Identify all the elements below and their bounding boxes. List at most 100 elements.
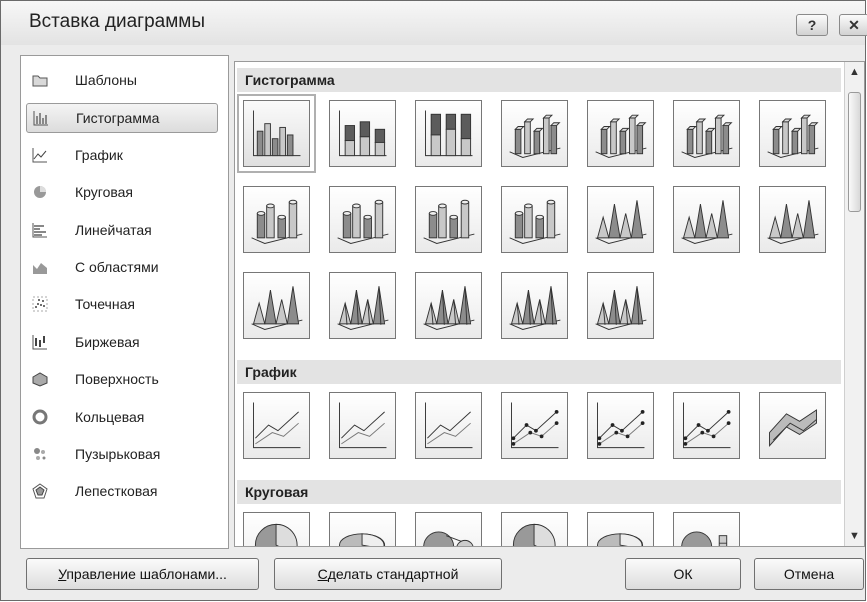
close-button[interactable]: ✕ (839, 14, 867, 36)
category-label: Поверхность (75, 371, 159, 388)
category-item[interactable]: Лепестковая (26, 477, 218, 507)
close-icon: ✕ (848, 17, 860, 33)
category-item[interactable]: Круговая (26, 178, 218, 208)
chart-type-3d-exploded-pie[interactable] (587, 512, 654, 546)
3d-pie-icon (339, 533, 386, 546)
chart-type-line[interactable] (243, 392, 310, 459)
bar-of-pie-icon (681, 531, 728, 546)
category-label: Гистограмма (76, 110, 160, 127)
set-default-button[interactable]: Сделать стандартной (274, 558, 502, 590)
category-label: График (75, 146, 123, 163)
pie-of-pie-icon (423, 531, 474, 546)
chart-type-percent-stacked-cone[interactable] (759, 186, 826, 253)
chart-type-stacked-cone[interactable] (673, 186, 740, 253)
stacked-line-with-markers-icon (597, 402, 645, 449)
category-item[interactable]: Поверхность (26, 365, 218, 395)
category-label: Круговая (75, 184, 134, 201)
category-label: Биржевая (75, 333, 140, 350)
section-title: Круговая (245, 484, 309, 500)
category-label: С областями (75, 259, 159, 275)
3d-cylinder-icon (509, 199, 561, 244)
stacked-pyramid-icon (423, 286, 475, 330)
chart-type-bar-of-pie[interactable] (673, 512, 740, 546)
stacked-cone-icon (681, 200, 733, 244)
chart-type-stacked-column[interactable] (329, 100, 396, 167)
category-item[interactable]: Точечная (26, 290, 218, 320)
folder-icon (32, 75, 48, 87)
chart-type-clustered-column[interactable] (237, 94, 316, 173)
3d-pyramid-icon (595, 286, 647, 330)
category-item[interactable]: График (26, 141, 218, 171)
category-label: Лепестковая (75, 483, 158, 500)
category-item[interactable]: Кольцевая (26, 403, 218, 433)
chart-type-stacked-pyramid[interactable] (415, 272, 482, 339)
chart-type-3d-clustered-column[interactable] (501, 100, 568, 167)
chart-type-3d-percent-stacked-column[interactable] (673, 100, 740, 167)
chart-type-stacked-line-with-markers[interactable] (587, 392, 654, 459)
section-header: Круговая (237, 480, 841, 504)
bubble-chart-icon (34, 448, 46, 460)
pie-chart-icon (34, 186, 46, 199)
chart-type-pie[interactable] (243, 512, 310, 546)
exploded-pie-icon (512, 523, 556, 546)
chart-type-3d-cylinder[interactable] (501, 186, 568, 253)
gallery-scrollbar[interactable]: ▲ ▼ (844, 62, 864, 546)
stacked-column-icon (339, 110, 387, 157)
section-title: Гистограмма (245, 72, 335, 88)
chart-type-stacked-line[interactable] (329, 392, 396, 459)
chart-type-percent-stacked-pyramid[interactable] (501, 272, 568, 339)
category-label: Шаблоны (75, 72, 137, 88)
cancel-button[interactable]: Отмена (754, 558, 864, 590)
category-item[interactable]: С областями (26, 253, 218, 283)
scatter-chart-icon (32, 296, 48, 312)
category-item[interactable]: Пузырьковая (26, 440, 218, 470)
section-header: График (237, 360, 841, 384)
category-label: Точечная (75, 296, 135, 313)
3d-clustered-column-icon (509, 114, 561, 158)
3d-column-icon (767, 114, 819, 158)
scroll-thumb[interactable] (848, 92, 861, 212)
line-icon (253, 402, 301, 449)
chart-type-percent-stacked-cylinder[interactable] (415, 186, 482, 253)
bar-chart-icon (32, 222, 47, 238)
ok-button[interactable]: ОК (625, 558, 741, 590)
chart-type-3d-cone[interactable] (243, 272, 310, 339)
category-label: Пузырьковая (75, 446, 161, 462)
help-button[interactable]: ? (796, 14, 828, 36)
stacked-cylinder-icon (337, 199, 389, 244)
chart-type-3d-line[interactable] (759, 392, 826, 459)
chart-type-line-with-markers[interactable] (501, 392, 568, 459)
percent-stacked-line-icon (425, 402, 473, 449)
manage-templates-button[interactable]: Управление шаблонами... (26, 558, 259, 590)
chart-type-pie-of-pie[interactable] (415, 512, 482, 546)
chart-type-3d-pie[interactable] (329, 512, 396, 546)
category-item[interactable]: Биржевая (26, 328, 218, 358)
section-title: График (245, 364, 297, 380)
chart-type-exploded-pie[interactable] (501, 512, 568, 546)
chart-type-stacked-cylinder[interactable] (329, 186, 396, 253)
percent-stacked-cone-icon (767, 200, 819, 244)
chart-type-percent-stacked-line-with-markers[interactable] (673, 392, 740, 459)
category-item[interactable]: Шаблоны (26, 66, 218, 96)
chart-type-clustered-pyramid[interactable] (329, 272, 396, 339)
surface-chart-icon (32, 372, 48, 387)
chart-category-list: Шаблоны Гистограмма График Круговая Линейчат… (20, 55, 229, 549)
3d-percent-stacked-column-icon (681, 114, 733, 158)
category-item[interactable]: Гистограмма (26, 103, 218, 134)
percent-stacked-column-icon (425, 110, 473, 157)
chart-type-clustered-cylinder[interactable] (243, 186, 310, 253)
percent-stacked-line-with-markers-icon (683, 402, 731, 449)
chart-type-percent-stacked-line[interactable] (415, 392, 482, 459)
3d-cone-icon (251, 286, 303, 330)
chart-type-3d-column[interactable] (759, 100, 826, 167)
chart-type-percent-stacked-column[interactable] (415, 100, 482, 167)
insert-chart-dialog: Вставка диаграммы ? ✕ Шаблоны Гистограмма… (0, 0, 867, 601)
chart-type-3d-pyramid[interactable] (587, 272, 654, 339)
clustered-pyramid-icon (337, 286, 389, 330)
scroll-down-icon[interactable]: ▼ (849, 530, 860, 542)
scroll-up-icon[interactable]: ▲ (849, 66, 860, 78)
chart-type-3d-stacked-column[interactable] (587, 100, 654, 167)
category-item[interactable]: Линейчатая (26, 216, 218, 246)
percent-stacked-pyramid-icon (509, 286, 561, 330)
chart-type-clustered-cone[interactable] (587, 186, 654, 253)
